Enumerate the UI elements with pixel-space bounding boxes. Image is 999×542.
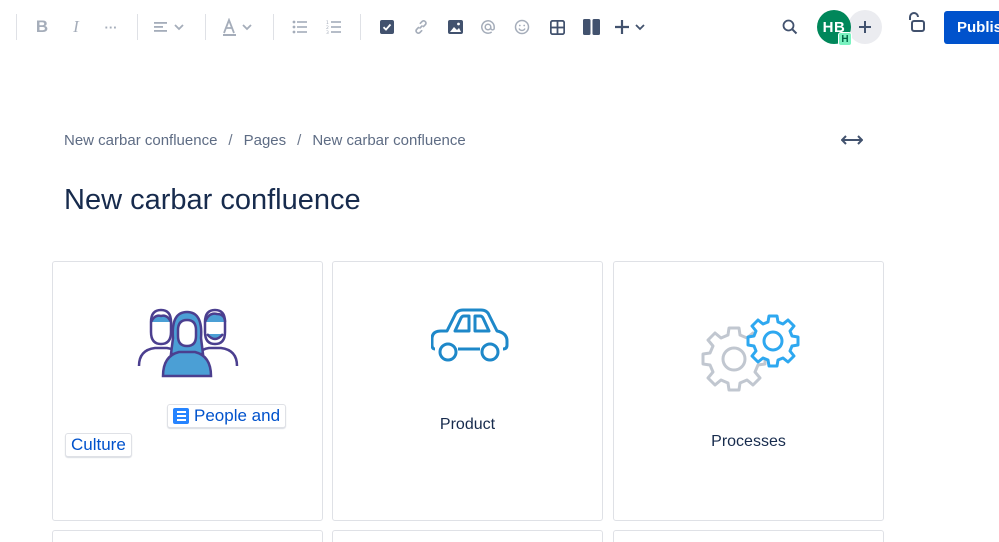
card-label-product: Product bbox=[439, 416, 496, 433]
toolbar-divider bbox=[273, 14, 274, 40]
page-link-people-and-culture[interactable]: People and bbox=[167, 404, 287, 428]
insert-table-button[interactable] bbox=[547, 12, 567, 42]
breadcrumb-separator: / bbox=[228, 132, 233, 149]
page-width-toggle[interactable] bbox=[840, 131, 864, 149]
card-product: Product bbox=[332, 261, 603, 521]
card-processes: Processes bbox=[613, 261, 884, 521]
toolbar-divider bbox=[360, 14, 361, 40]
toolbar-divider bbox=[205, 14, 206, 40]
card-people-and-culture: People and Culture bbox=[52, 261, 323, 521]
bullet-list-button[interactable] bbox=[290, 12, 310, 42]
expand-width-icon bbox=[841, 135, 863, 145]
bold-button[interactable]: B bbox=[33, 12, 51, 42]
image-icon bbox=[447, 20, 463, 34]
plus-icon bbox=[859, 21, 871, 33]
card-label-processes: Processes bbox=[711, 433, 786, 450]
checkbox-icon bbox=[380, 20, 394, 34]
card-row-2 bbox=[613, 530, 884, 542]
insert-more-button[interactable] bbox=[614, 12, 648, 42]
gears-icon bbox=[701, 314, 800, 392]
page-link-label: Culture bbox=[71, 435, 126, 454]
people-icon bbox=[137, 308, 239, 378]
page-link-culture[interactable]: Culture bbox=[65, 433, 132, 457]
editor-toolbar: B I ··· 1 2 3 HB H Publis bbox=[0, 0, 999, 56]
link-icon bbox=[415, 20, 427, 34]
page-icon bbox=[173, 408, 189, 424]
mention-button[interactable] bbox=[478, 12, 498, 42]
numbered-list-button[interactable]: 1 2 3 bbox=[324, 12, 344, 42]
invite-collaborator-button[interactable] bbox=[848, 10, 882, 44]
italic-button[interactable]: I bbox=[67, 12, 85, 42]
bullet-list-icon bbox=[292, 20, 307, 34]
text-alignment-button[interactable] bbox=[152, 12, 186, 42]
text-color-icon bbox=[223, 18, 252, 36]
restrictions-button[interactable] bbox=[905, 10, 927, 34]
emoji-button[interactable] bbox=[512, 12, 532, 42]
layouts-button[interactable] bbox=[580, 12, 602, 42]
insert-image-button[interactable] bbox=[445, 12, 465, 42]
publish-button[interactable]: Publish bbox=[944, 11, 999, 44]
avatar-badge: H bbox=[838, 32, 852, 46]
action-item-button[interactable] bbox=[377, 12, 397, 42]
page-link-label: People and bbox=[194, 406, 281, 425]
breadcrumb-item-page[interactable]: New carbar confluence bbox=[312, 132, 465, 149]
link-button[interactable] bbox=[411, 12, 431, 42]
numbered-list-icon: 1 2 3 bbox=[326, 20, 341, 34]
breadcrumb-separator: / bbox=[297, 132, 302, 149]
page-title[interactable]: New carbar confluence bbox=[64, 184, 361, 217]
align-left-icon bbox=[154, 22, 184, 32]
breadcrumb-item-space[interactable]: New carbar confluence bbox=[64, 132, 217, 149]
more-formatting-button[interactable]: ··· bbox=[100, 12, 122, 42]
toolbar-divider bbox=[137, 14, 138, 40]
search-button[interactable] bbox=[779, 12, 801, 42]
car-icon bbox=[431, 308, 509, 362]
breadcrumb: New carbar confluence / Pages / New carb… bbox=[64, 132, 466, 149]
emoji-icon bbox=[514, 19, 530, 35]
at-mention-icon bbox=[481, 20, 495, 34]
card-row-2 bbox=[52, 530, 323, 542]
layout-columns-icon bbox=[582, 19, 600, 35]
plus-dropdown-icon bbox=[615, 20, 645, 34]
toolbar-divider bbox=[16, 14, 17, 40]
unlock-icon bbox=[909, 12, 925, 32]
svg-text:3: 3 bbox=[326, 30, 329, 34]
table-icon bbox=[549, 19, 565, 35]
search-icon bbox=[782, 19, 798, 35]
breadcrumb-item-pages[interactable]: Pages bbox=[244, 132, 287, 149]
card-row-2 bbox=[332, 530, 603, 542]
text-color-button[interactable] bbox=[221, 12, 255, 42]
